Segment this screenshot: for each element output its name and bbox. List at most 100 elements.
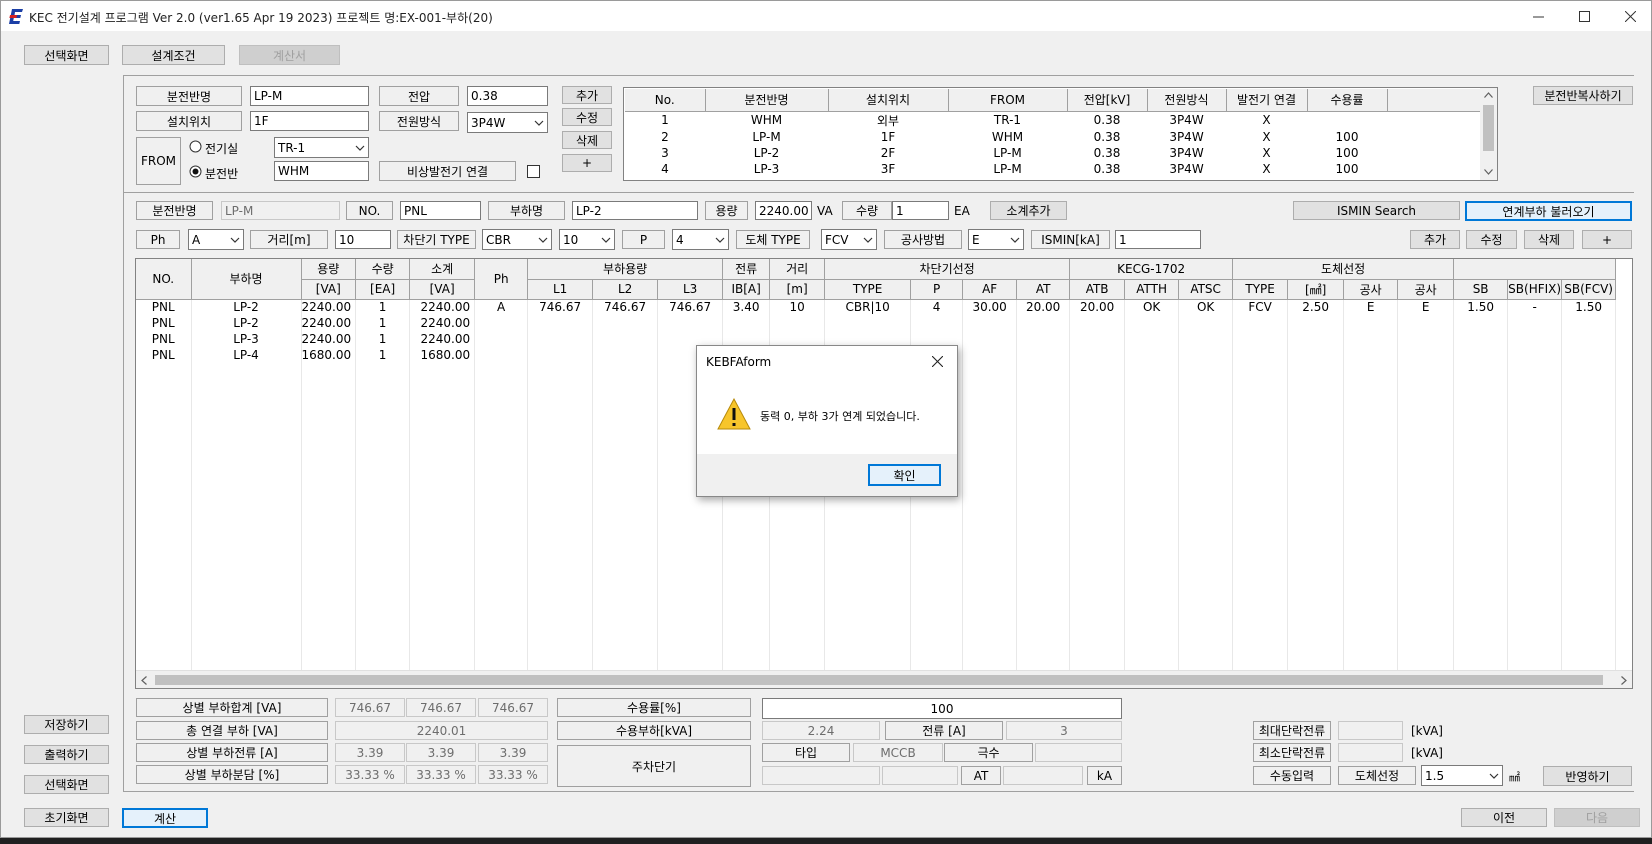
header-atth[interactable]: ATTH — [1124, 279, 1180, 300]
load-add-button[interactable]: 추가 — [1410, 230, 1460, 249]
header-current[interactable]: 전류 — [722, 259, 771, 280]
minimize-button[interactable] — [1515, 1, 1561, 31]
load-plus-button[interactable]: + — [1582, 230, 1632, 249]
col-header-generator[interactable]: 발전기 연결 — [1226, 89, 1308, 112]
header-breaker-selection[interactable]: 차단기선정 — [824, 259, 1071, 280]
load-name-input[interactable]: LP-2 — [572, 201, 698, 220]
panel-grid-row[interactable]: 4 LP-3 3F LP-M 0.38 3P4W X 100 — [625, 161, 1481, 177]
apply-button[interactable]: 반영하기 — [1543, 766, 1632, 786]
panel-add-button[interactable]: 추가 — [562, 86, 612, 104]
header-l3[interactable]: L3 — [657, 279, 724, 300]
header-no[interactable]: NO. — [136, 259, 192, 300]
header-sb[interactable]: SB — [1453, 279, 1509, 300]
voltage-input[interactable]: 0.38 — [467, 86, 548, 106]
header-kecg[interactable]: KECG-1702 — [1069, 259, 1234, 280]
header-l1[interactable]: L1 — [527, 279, 594, 300]
scroll-right-icon[interactable] — [1621, 676, 1627, 685]
source-room-select[interactable]: TR-1 — [274, 137, 369, 158]
load-grid-row[interactable]: PNL LP-2 2240.00 1 2240.00 A 746.67 746.67 746.6… — [136, 299, 1617, 315]
load-grid-row[interactable]: PNL LP-2 2240.00 1 2240.00 — [136, 315, 1617, 331]
header-poles[interactable]: P — [910, 279, 964, 300]
home-screen-button[interactable]: 초기화면 — [24, 808, 109, 827]
header-distance[interactable]: 거리 — [769, 259, 826, 280]
conductor-type-select[interactable]: FCV — [821, 229, 877, 250]
ismin-search-button[interactable]: ISMIN Search — [1293, 201, 1460, 220]
select-screen-button-bottom[interactable]: 선택화면 — [24, 775, 109, 794]
conductor-size-select[interactable]: 1.5 — [1421, 765, 1503, 786]
header-quantity-unit[interactable]: [EA] — [355, 279, 411, 300]
calc-sheet-button[interactable]: 계산서 — [239, 45, 340, 65]
header-capacity[interactable]: 용량 — [301, 259, 357, 280]
col-header-panel-name[interactable]: 분전반명 — [705, 89, 829, 112]
breaker-rating-select[interactable]: 10 — [559, 229, 615, 250]
panel-grid-row[interactable]: 3 LP-2 2F LP-M 0.38 3P4W X 100 — [625, 145, 1481, 161]
load-edit-button[interactable]: 수정 — [1466, 230, 1517, 249]
load-delete-button[interactable]: 삭제 — [1524, 230, 1574, 249]
header-work1[interactable]: 공사 — [1343, 279, 1399, 300]
quantity-input[interactable]: 1 — [892, 201, 949, 220]
dialog-ok-button[interactable]: 확인 — [868, 464, 941, 486]
panel-name-input[interactable]: LP-M — [250, 86, 369, 106]
hscroll-thumb[interactable] — [155, 675, 1603, 685]
ismin-input[interactable]: 1 — [1115, 230, 1201, 249]
install-location-input[interactable]: 1F — [250, 111, 369, 131]
header-atb[interactable]: ATB — [1069, 279, 1126, 300]
capacity-input[interactable]: 2240.00 — [755, 201, 812, 220]
panel-plus-button[interactable]: + — [562, 154, 612, 172]
header-capacity-unit[interactable]: [VA] — [301, 279, 357, 300]
panel-list-grid[interactable]: No. 분전반명 설치위치 FROM 전압[kV] 전원방식 발전기 연결 수용… — [623, 87, 1498, 181]
header-at[interactable]: AT — [1016, 279, 1071, 300]
header-atsc[interactable]: ATSC — [1178, 279, 1234, 300]
install-method-select[interactable]: E — [968, 229, 1024, 250]
panel-delete-button[interactable]: 삭제 — [562, 131, 612, 149]
dialog-close-button[interactable] — [926, 352, 948, 370]
panel-grid-row[interactable]: 2 LP-M 1F WHM 0.38 3P4W X 100 — [625, 129, 1481, 145]
load-no-input[interactable]: PNL — [400, 201, 481, 220]
copy-panel-button[interactable]: 분전반복사하기 — [1533, 86, 1633, 105]
header-quantity[interactable]: 수량 — [355, 259, 411, 280]
header-sb-fcv[interactable]: SB(FCV) — [1561, 279, 1617, 300]
panel-grid-vscrollbar[interactable] — [1480, 88, 1497, 180]
col-header-power-system[interactable]: 전원방식 — [1147, 89, 1227, 112]
header-sb-hfix[interactable]: SB(HFIX) — [1507, 279, 1563, 300]
scroll-up-icon[interactable] — [1484, 92, 1493, 98]
save-button[interactable]: 저장하기 — [24, 715, 109, 734]
close-button[interactable] — [1607, 1, 1652, 31]
header-breaker-type[interactable]: TYPE — [824, 279, 912, 300]
panel-grid-row[interactable]: 5LP-43FLP-M0.383P4WX100 — [625, 177, 1481, 181]
select-screen-button[interactable]: 선택화면 — [24, 45, 109, 65]
print-button[interactable]: 출력하기 — [24, 745, 109, 764]
load-grid-hscrollbar[interactable] — [136, 670, 1632, 688]
calculate-button[interactable]: 계산 — [122, 808, 208, 828]
poles-select[interactable]: 4 — [672, 229, 729, 250]
header-phase-load[interactable]: 부하용량 — [527, 259, 724, 280]
scroll-left-icon[interactable] — [141, 676, 147, 685]
header-phase[interactable]: Ph — [474, 259, 529, 300]
header-subtotal-unit[interactable]: [VA] — [409, 279, 476, 300]
design-conditions-button[interactable]: 설계조건 — [122, 45, 225, 65]
col-header-no[interactable]: No. — [625, 89, 706, 112]
add-subtotal-button[interactable]: 소계추가 — [990, 201, 1067, 220]
load-linked-button[interactable]: 연계부하 불러오기 — [1465, 201, 1632, 221]
next-button[interactable]: 다음 — [1554, 808, 1640, 827]
header-conductor-type[interactable]: TYPE — [1232, 279, 1289, 300]
header-mm2[interactable]: [㎟] — [1287, 279, 1345, 300]
breaker-type-select[interactable]: CBR — [482, 229, 552, 250]
prev-button[interactable]: 이전 — [1461, 808, 1547, 827]
demand-factor-input[interactable]: 100 — [762, 698, 1122, 719]
header-subtotal[interactable]: 소계 — [409, 259, 476, 280]
header-distance-unit[interactable]: [m] — [769, 279, 826, 300]
panel-edit-button[interactable]: 수정 — [562, 108, 612, 126]
phase-select[interactable]: A — [188, 229, 244, 250]
maximize-button[interactable] — [1561, 1, 1607, 31]
header-af[interactable]: AF — [962, 279, 1018, 300]
col-header-voltage[interactable]: 전압[kV] — [1067, 89, 1148, 112]
col-header-location[interactable]: 설치위치 — [828, 89, 949, 112]
source-panel-input[interactable]: WHM — [274, 161, 369, 181]
panel-grid-row[interactable]: 1 WHM 외부 TR-1 0.38 3P4W X — [625, 111, 1481, 129]
header-current-unit[interactable]: IB[A] — [722, 279, 771, 300]
scroll-down-icon[interactable] — [1484, 169, 1493, 175]
scroll-thumb[interactable] — [1483, 105, 1494, 151]
radio-panel[interactable] — [189, 165, 203, 179]
header-l2[interactable]: L2 — [592, 279, 659, 300]
